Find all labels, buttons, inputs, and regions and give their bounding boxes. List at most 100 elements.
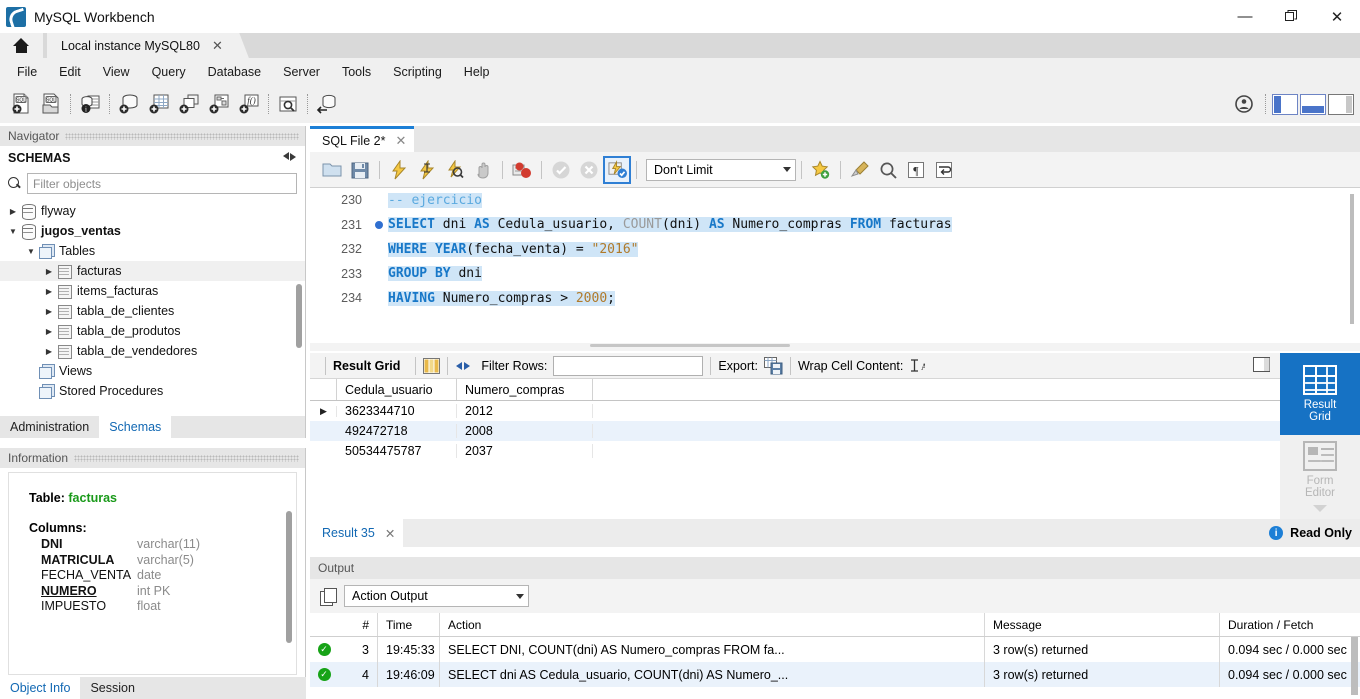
cell-cedula-usuario[interactable]: 492472718 — [337, 424, 457, 438]
close-icon[interactable]: ✕ — [395, 133, 406, 149]
toggle-secondary-sidebar-icon[interactable] — [1328, 93, 1354, 115]
stop-icon[interactable] — [469, 156, 497, 184]
tree-item-items-facturas[interactable]: ▶ items_facturas — [0, 281, 305, 301]
restore-button[interactable] — [1268, 0, 1314, 33]
output-row[interactable]: ✓ 4 19:46:09 SELECT dni AS Cedula_usuario, … — [310, 662, 1360, 687]
cell-cedula-usuario[interactable]: 3623344710 — [337, 404, 457, 418]
tree-item-tabla-de-produtos[interactable]: ▶ tabla_de_produtos — [0, 321, 305, 341]
code-line[interactable]: 230 -- ejercicio — [310, 188, 1360, 213]
sql-editor[interactable]: 230 -- ejercicio 231 SELECT dni AS Cedula_u… — [310, 188, 1360, 343]
copy-icon[interactable] — [320, 588, 337, 606]
table-row[interactable]: 50534475787 2037 — [310, 441, 1280, 461]
new-function-icon[interactable]: f() — [234, 89, 264, 119]
form-editor-view-button[interactable]: Form Editor — [1284, 435, 1356, 517]
tree-item-jugos-ventas[interactable]: ▼ jugos_ventas — [0, 221, 305, 241]
tab-sql-file-2[interactable]: SQL File 2* ✕ — [310, 126, 415, 152]
toggle-breakpoint-icon[interactable] — [508, 156, 536, 184]
toggle-output-icon[interactable] — [1300, 93, 1326, 115]
cell-numero-compras[interactable]: 2037 — [457, 444, 593, 458]
table-row[interactable]: 492472718 2008 — [310, 421, 1280, 441]
menu-database[interactable]: Database — [197, 62, 273, 82]
new-procedure-icon[interactable] — [204, 89, 234, 119]
menu-file[interactable]: File — [6, 62, 48, 82]
column-header-numero-compras[interactable]: Numero_compras — [457, 379, 593, 400]
menu-server[interactable]: Server — [272, 62, 331, 82]
close-icon[interactable]: ✕ — [385, 526, 395, 541]
result-grid[interactable]: Cedula_usuario Numero_compras ▶ 362334471… — [310, 379, 1280, 519]
tree-item-tabla-de-clientes[interactable]: ▶ tabla_de_clientes — [0, 301, 305, 321]
open-sql-script-icon[interactable]: SQL — [36, 89, 66, 119]
output-type-select[interactable]: Action Output — [344, 585, 529, 607]
table-row[interactable]: ▶ 3623344710 2012 — [310, 401, 1280, 421]
cell-numero-compras[interactable]: 2008 — [457, 424, 593, 438]
code-line[interactable]: 234 HAVING Numero_compras > 2000; — [310, 286, 1360, 311]
minimize-button[interactable]: — — [1222, 0, 1268, 33]
execute-current-statement-icon[interactable] — [413, 156, 441, 184]
navigator-tab-schemas[interactable]: Schemas — [99, 416, 172, 438]
tab-result-35[interactable]: Result 35 ✕ — [310, 519, 404, 547]
commit-icon[interactable] — [547, 156, 575, 184]
toggle-word-wrap-icon[interactable] — [930, 156, 958, 184]
connection-info-icon[interactable]: i — [75, 89, 105, 119]
refresh-icon[interactable] — [282, 150, 297, 166]
tree-item-views[interactable]: ▶ Views — [0, 361, 305, 381]
info-tab-session[interactable]: Session — [80, 677, 144, 699]
menu-help[interactable]: Help — [453, 62, 501, 82]
grid-view-icon[interactable] — [423, 357, 441, 374]
execute-icon[interactable] — [385, 156, 413, 184]
chevron-right-icon[interactable]: ▶ — [42, 287, 56, 296]
menu-view[interactable]: View — [92, 62, 141, 82]
column-header-cedula-usuario[interactable]: Cedula_usuario — [337, 379, 457, 400]
chevron-right-icon[interactable]: ▶ — [42, 327, 56, 336]
explain-icon[interactable] — [441, 156, 469, 184]
home-tab[interactable] — [0, 33, 43, 58]
chevron-right-icon[interactable]: ▶ — [42, 307, 56, 316]
save-file-icon[interactable] — [346, 156, 374, 184]
filter-rows-input[interactable] — [553, 355, 704, 376]
menu-tools[interactable]: Tools — [331, 62, 382, 82]
chevron-down-icon[interactable]: ▼ — [6, 227, 20, 236]
navigator-tab-administration[interactable]: Administration — [0, 416, 99, 438]
inspect-object-icon[interactable] — [273, 89, 303, 119]
close-button[interactable]: ✕ — [1314, 0, 1360, 33]
toggle-autocommit-icon[interactable] — [603, 155, 631, 184]
chevron-right-icon[interactable]: ▶ — [42, 267, 56, 276]
cell-cedula-usuario[interactable]: 50534475787 — [337, 444, 457, 458]
menu-scripting[interactable]: Scripting — [382, 62, 453, 82]
toggle-sidebar-icon[interactable] — [1272, 93, 1298, 115]
beautify-sql-icon[interactable] — [846, 156, 874, 184]
export-icon[interactable] — [763, 356, 783, 375]
row-limit-select[interactable]: Don't Limit — [646, 158, 796, 181]
tree-item-flyway[interactable]: ▶ flyway — [0, 201, 305, 221]
toggle-invisible-chars-icon[interactable]: ¶ — [902, 156, 930, 184]
navigator-scrollbar[interactable] — [296, 284, 302, 348]
cell-numero-compras[interactable]: 2012 — [457, 404, 593, 418]
code-line[interactable]: 233 GROUP BY dni — [310, 262, 1360, 287]
profile-icon[interactable] — [1229, 89, 1259, 119]
result-grid-view-button[interactable]: Result Grid — [1280, 353, 1360, 435]
breakpoint-marker-icon[interactable] — [370, 220, 388, 229]
refresh-grid-icon[interactable] — [455, 359, 471, 373]
code-line[interactable]: 232 WHERE YEAR(fecha_venta) = "2016" — [310, 237, 1360, 262]
scroll-down-icon[interactable] — [1313, 504, 1327, 512]
tree-item-tables[interactable]: ▼ Tables — [0, 241, 305, 261]
tree-item-stored-procedures[interactable]: ▶ Stored Procedures — [0, 381, 305, 401]
output-scrollbar[interactable] — [1351, 637, 1358, 695]
new-schema-icon[interactable] — [114, 89, 144, 119]
new-table-icon[interactable] — [144, 89, 174, 119]
maximize-panel-icon[interactable] — [1253, 356, 1270, 375]
menu-edit[interactable]: Edit — [48, 62, 92, 82]
filter-objects-input[interactable] — [27, 173, 297, 194]
rollback-icon[interactable] — [575, 156, 603, 184]
reconnect-dbms-icon[interactable] — [312, 89, 342, 119]
tree-item-tabla-de-vendedores[interactable]: ▶ tabla_de_vendedores — [0, 341, 305, 361]
output-row[interactable]: ✓ 3 19:45:33 SELECT DNI, COUNT(dni) AS Nume… — [310, 637, 1360, 662]
menu-query[interactable]: Query — [141, 62, 197, 82]
code-line[interactable]: 231 SELECT dni AS Cedula_usuario, COUNT(d… — [310, 213, 1360, 238]
chevron-down-icon[interactable]: ▼ — [24, 247, 38, 256]
info-tab-object-info[interactable]: Object Info — [0, 677, 81, 699]
save-snippet-icon[interactable] — [807, 156, 835, 184]
new-view-icon[interactable] — [174, 89, 204, 119]
editor-scrollbar[interactable] — [1350, 194, 1354, 324]
tab-local-instance-mysql80[interactable]: Local instance MySQL80 ✕ — [47, 33, 233, 58]
